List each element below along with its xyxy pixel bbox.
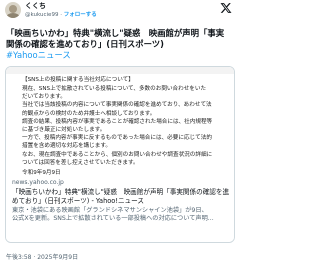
card-meta[interactable]: news.yahoo.co.jp 「映画ちいかわ」特典"横流し"疑惑 映画館が声… [6,176,234,242]
separator-dot: · [60,12,62,18]
tweet-timestamp[interactable]: 午後3:58 · 2025年9月9日 [6,252,78,261]
follow-button[interactable]: フォローする [64,12,97,18]
statement-line: ついては回答を差し控えさせていただきます。 [22,159,139,166]
tweet-text-line: 関係の確認を進めており」(日刊スポーツ) [6,39,164,49]
card-domain: news.yahoo.co.jp [12,179,64,186]
card-title-line: めており」(日刊スポーツ) - Yahoo!ニュース [12,196,145,205]
statement-line: に基づき厳正に対処いたします。 [22,127,106,134]
statement-line: 当社では当該投稿の内容について事実関係の確認を進めており、あわせて法 [22,102,212,109]
card-title[interactable]: 「映画ちいかわ」特典"横流し"疑惑 映画館が声明「事実関係の確認を進 めており」… [12,188,230,205]
handle-row: @kukucie99 · フォローする [25,10,97,18]
image-top-band [6,67,234,74]
statement-line: 調査の結果、投稿内容が事実であることが確認された場合には、社内規程等 [22,118,213,125]
link-card[interactable]: 【SNS上の投稿に関する当社対応について】 現在、SNS上で拡散されている投稿に… [5,66,235,243]
statement-date: 令和9年9月9日 [22,170,61,176]
card-title-line: 「映画ちいかわ」特典"横流し"疑惑 映画館が声明「事実関係の確認を進 [12,188,230,196]
user-handle[interactable]: @kukucie99 [25,12,58,18]
tweet-header: くくち @kukucie99 · フォローする [0,0,240,22]
statement-line: 的観点からの検討のため弁護士へ相談しております。 [22,110,156,117]
hashtag-link[interactable]: #Yahooニュース [6,50,236,61]
statement-line: 措置を含め適切な対応を講じます。 [22,143,111,150]
card-image[interactable]: 【SNS上の投稿に関する当社対応について】 現在、SNS上で拡散されている投稿に… [6,67,234,176]
avatar[interactable] [5,2,21,18]
statement-body: 現在、SNS上で拡散されている投稿について、多数のお問い合わせをいた だいており… [22,85,227,167]
x-logo-icon[interactable] [220,2,232,14]
statement-line: 一方で、投稿内容が事実に反するものであった場合には、必要に応じて法的 [22,135,212,142]
statement-line: 現在、SNS上で拡散されている投稿について、多数のお問い合わせをいた [22,86,207,92]
card-desc-line: 公式Xを更新。SNS上で拡散されている一部投稿への対応について声明... [12,215,214,223]
tweet-text: 「映画ちいかわ」特典"横流し"疑惑 映画館が声明「事実 関係の確認を進めており」… [6,28,236,61]
tweet-text-line: 「映画ちいかわ」特典"横流し"疑惑 映画館が声明「事実 [6,28,225,38]
card-description: 東京・池袋にある映画館「グランドシネマサンシャイン池袋」が9日、 公式Xを更新。… [12,207,230,224]
statement-heading: 【SNS上の投稿に関する当社対応について】 [22,77,134,83]
statement-line: なお、現在調査中であることから、個別のお問い合わせや調査状況の詳細に [22,151,213,158]
statement-line: だいております。 [22,94,66,101]
